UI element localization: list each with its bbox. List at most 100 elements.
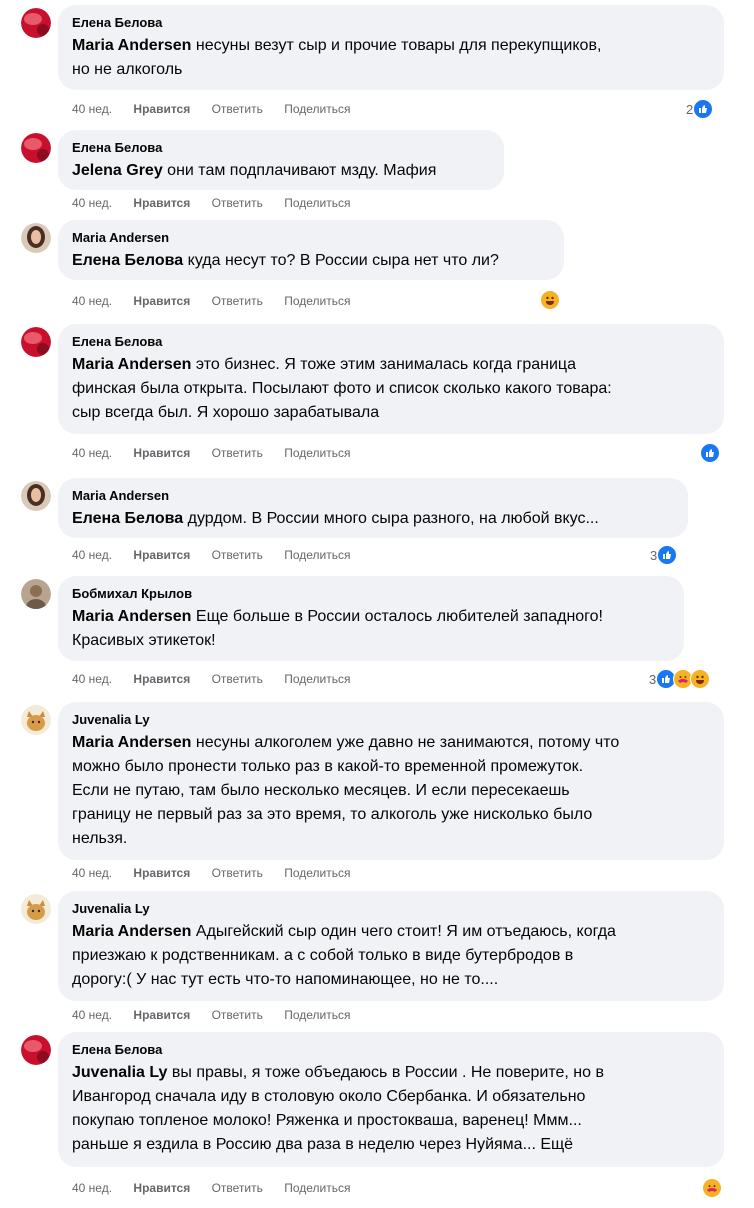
like-button[interactable]: Нравится	[133, 1181, 190, 1195]
share-button[interactable]: Поделиться	[284, 672, 350, 686]
reply-button[interactable]: Ответить	[212, 446, 263, 460]
comment-author[interactable]: Елена Белова	[72, 1042, 710, 1058]
share-button[interactable]: Поделиться	[284, 1181, 350, 1195]
mention[interactable]: Maria Andersen	[72, 37, 191, 54]
timestamp[interactable]: 40 нед.	[72, 102, 112, 116]
reply-button[interactable]: Ответить	[212, 102, 263, 116]
reply-button[interactable]: Ответить	[212, 196, 263, 210]
reply-button[interactable]: Ответить	[212, 548, 263, 562]
comment-bubble: Juvenalia Ly Maria Andersen несуны алког…	[58, 702, 724, 860]
comment-text: Елена Белова куда несут то? В России сыр…	[72, 252, 499, 269]
comment-bubble: Juvenalia Ly Maria Andersen Адыгейский с…	[58, 891, 724, 1001]
reply-button[interactable]: Ответить	[212, 672, 263, 686]
reply-button[interactable]: Ответить	[212, 866, 263, 880]
avatar[interactable]	[21, 133, 51, 163]
comment-author[interactable]: Juvenalia Ly	[72, 901, 710, 917]
haha-reaction-icon	[540, 290, 560, 310]
mention[interactable]: Елена Белова	[72, 510, 183, 527]
comment-author[interactable]: Maria Andersen	[72, 488, 674, 504]
comment-author[interactable]: Juvenalia Ly	[72, 712, 710, 728]
comment-author[interactable]: Елена Белова	[72, 334, 710, 350]
avatar[interactable]	[21, 481, 51, 511]
share-button[interactable]: Поделиться	[284, 548, 350, 562]
avatar[interactable]	[21, 223, 51, 253]
reaction-summary[interactable]: 2	[686, 99, 714, 119]
share-button[interactable]: Поделиться	[284, 1008, 350, 1022]
mention[interactable]: Jelena Grey	[72, 162, 163, 179]
cat-avatar-icon	[21, 894, 51, 924]
reply-button[interactable]: Ответить	[212, 1008, 263, 1022]
reaction-summary[interactable]: 3	[650, 545, 678, 565]
like-button[interactable]: Нравится	[133, 548, 190, 562]
mention[interactable]: Maria Andersen	[72, 734, 191, 751]
like-button[interactable]: Нравится	[133, 294, 190, 308]
timestamp[interactable]: 40 нед.	[72, 196, 112, 210]
timestamp[interactable]: 40 нед.	[72, 672, 112, 686]
comment-author[interactable]: Елена Белова	[72, 140, 490, 156]
avatar[interactable]	[21, 327, 51, 357]
like-reaction-icon	[657, 545, 678, 565]
like-button[interactable]: Нравится	[133, 672, 190, 686]
comment-bubble: Елена Белова Juvenalia Ly вы правы, я то…	[58, 1032, 724, 1167]
comment-author[interactable]: Елена Белова	[72, 15, 710, 31]
care-reaction-icon	[702, 1178, 722, 1198]
reaction-count: 3	[650, 547, 658, 563]
share-button[interactable]: Поделиться	[284, 196, 350, 210]
avatar[interactable]	[21, 705, 51, 735]
comment-actions: 40 нед. Нравится Ответить Поделиться	[72, 101, 368, 117]
comment-actions: 40 нед. Нравится Ответить Поделиться	[72, 1180, 368, 1196]
mention[interactable]: Maria Andersen	[72, 356, 191, 373]
like-button[interactable]: Нравится	[133, 102, 190, 116]
comment-text: Maria Andersen Еще больше в России остал…	[72, 608, 603, 649]
reply-button[interactable]: Ответить	[212, 1181, 263, 1195]
reaction-summary[interactable]	[702, 1178, 722, 1198]
comment-actions: 40 нед. Нравится Ответить Поделиться	[72, 547, 368, 563]
comment-text: Maria Andersen Адыгейский сыр один чего …	[72, 923, 616, 988]
comment-actions: 40 нед. Нравится Ответить Поделиться	[72, 445, 368, 461]
comment-author[interactable]: Бобмихал Крылов	[72, 586, 670, 602]
share-button[interactable]: Поделиться	[284, 446, 350, 460]
reaction-count: 3	[649, 671, 657, 687]
like-button[interactable]: Нравится	[133, 446, 190, 460]
share-button[interactable]: Поделиться	[284, 294, 350, 308]
timestamp[interactable]: 40 нед.	[72, 294, 112, 308]
comment-text: Juvenalia Ly вы правы, я тоже объедаюсь …	[72, 1064, 604, 1153]
cat-avatar-icon	[21, 705, 51, 735]
timestamp[interactable]: 40 нед.	[72, 446, 112, 460]
comment-actions: 40 нед. Нравится Ответить Поделиться	[72, 671, 368, 687]
like-button[interactable]: Нравится	[133, 196, 190, 210]
reaction-summary[interactable]	[700, 443, 720, 463]
man-avatar-icon	[21, 579, 51, 609]
reaction-summary[interactable]: 3	[649, 669, 711, 689]
comment-bubble: Елена Белова Maria Andersen это бизнес. …	[58, 324, 724, 434]
red-avatar-icon	[21, 133, 51, 163]
comment-actions: 40 нед. Нравится Ответить Поделиться	[72, 1007, 368, 1023]
avatar[interactable]	[21, 894, 51, 924]
comment-text: Maria Andersen это бизнес. Я тоже этим з…	[72, 356, 612, 421]
like-reaction-icon	[700, 443, 720, 463]
mention[interactable]: Maria Andersen	[72, 923, 191, 940]
avatar[interactable]	[21, 579, 51, 609]
avatar[interactable]	[21, 1035, 51, 1065]
comment-author[interactable]: Maria Andersen	[72, 230, 550, 246]
comment-actions: 40 нед. Нравится Ответить Поделиться	[72, 865, 368, 881]
mention[interactable]: Maria Andersen	[72, 608, 191, 625]
reaction-summary[interactable]	[540, 290, 560, 310]
timestamp[interactable]: 40 нед.	[72, 1008, 112, 1022]
share-button[interactable]: Поделиться	[284, 866, 350, 880]
like-button[interactable]: Нравится	[133, 866, 190, 880]
avatar[interactable]	[21, 8, 51, 38]
comment-text: Jelena Grey они там подплачивают мзду. М…	[72, 162, 437, 179]
like-reaction-icon	[693, 99, 714, 119]
mention[interactable]: Елена Белова	[72, 252, 183, 269]
share-button[interactable]: Поделиться	[284, 102, 350, 116]
red-avatar-icon	[21, 327, 51, 357]
mention[interactable]: Juvenalia Ly	[72, 1064, 167, 1081]
reply-button[interactable]: Ответить	[212, 294, 263, 308]
red-avatar-icon	[21, 1035, 51, 1065]
like-button[interactable]: Нравится	[133, 1008, 190, 1022]
timestamp[interactable]: 40 нед.	[72, 866, 112, 880]
comment-bubble: Бобмихал Крылов Maria Andersen Еще больш…	[58, 576, 684, 661]
timestamp[interactable]: 40 нед.	[72, 548, 112, 562]
timestamp[interactable]: 40 нед.	[72, 1181, 112, 1195]
